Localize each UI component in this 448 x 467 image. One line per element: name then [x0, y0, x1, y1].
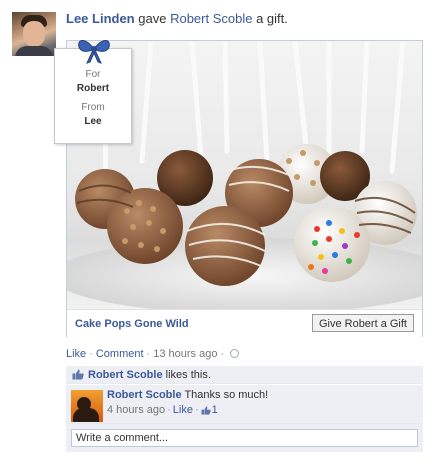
- comment-author-link[interactable]: Robert Scoble: [107, 389, 182, 401]
- recipient-name-link[interactable]: Robert Scoble: [170, 11, 252, 26]
- timestamp-link[interactable]: 13 hours ago: [153, 348, 217, 360]
- globe-icon[interactable]: [230, 349, 240, 358]
- comment-meta: 4 hours ago · Like · 1: [107, 404, 218, 416]
- comment-item: Robert Scoble Thanks so much! 4 hours ag…: [66, 385, 423, 424]
- thumbs-up-icon: [72, 369, 84, 380]
- commenter-avatar[interactable]: [71, 390, 103, 422]
- tag-from-label: From: [81, 102, 105, 113]
- separator-dot: ·: [89, 348, 93, 360]
- liker-name-link[interactable]: Robert Scoble: [88, 369, 163, 381]
- gift-name-link[interactable]: Cake Pops Gone Wild: [75, 318, 189, 330]
- comment-timestamp[interactable]: 4 hours ago: [107, 404, 165, 416]
- separator-dot: ·: [194, 404, 199, 416]
- story-header: Lee Linden gave Robert Scoble a gift.: [66, 11, 288, 26]
- avatar-face: [23, 21, 45, 47]
- bow-icon: [78, 40, 110, 64]
- likes-row: Robert Scoble likes this.: [66, 366, 423, 384]
- thumbs-up-icon: [201, 406, 211, 415]
- give-gift-button[interactable]: Give Robert a Gift: [311, 314, 414, 332]
- avatar-silhouette-body: [73, 408, 99, 422]
- comment-input[interactable]: [71, 429, 418, 447]
- story-actions: Like · Comment · 13 hours ago ·: [66, 348, 240, 360]
- gift-card-footer: Cake Pops Gone Wild Give Robert a Gift: [67, 309, 422, 337]
- likes-text: likes this.: [165, 369, 211, 381]
- tag-for-label: For: [85, 69, 101, 80]
- comment-body: Robert Scoble Thanks so much!: [107, 389, 268, 401]
- comment-text: Thanks so much!: [184, 389, 269, 401]
- separator-dot: ·: [220, 348, 225, 360]
- gift-tag: For Robert From Lee: [54, 40, 132, 144]
- comment-like-count[interactable]: 1: [212, 404, 218, 416]
- tag-for-name: Robert: [76, 83, 110, 94]
- comment-like-link[interactable]: Like: [173, 404, 193, 416]
- story-object: a gift.: [256, 11, 288, 26]
- actor-avatar[interactable]: [12, 12, 56, 56]
- separator-dot: ·: [167, 404, 171, 416]
- separator-dot: ·: [146, 348, 151, 360]
- avatar-shirt: [15, 46, 53, 56]
- story-verb: gave: [138, 11, 167, 26]
- comment-composer: [66, 424, 423, 452]
- tag-from-name: Lee: [84, 116, 102, 127]
- like-link[interactable]: Like: [66, 348, 86, 360]
- actor-name-link[interactable]: Lee Linden: [66, 11, 135, 26]
- comment-link[interactable]: Comment: [96, 348, 144, 360]
